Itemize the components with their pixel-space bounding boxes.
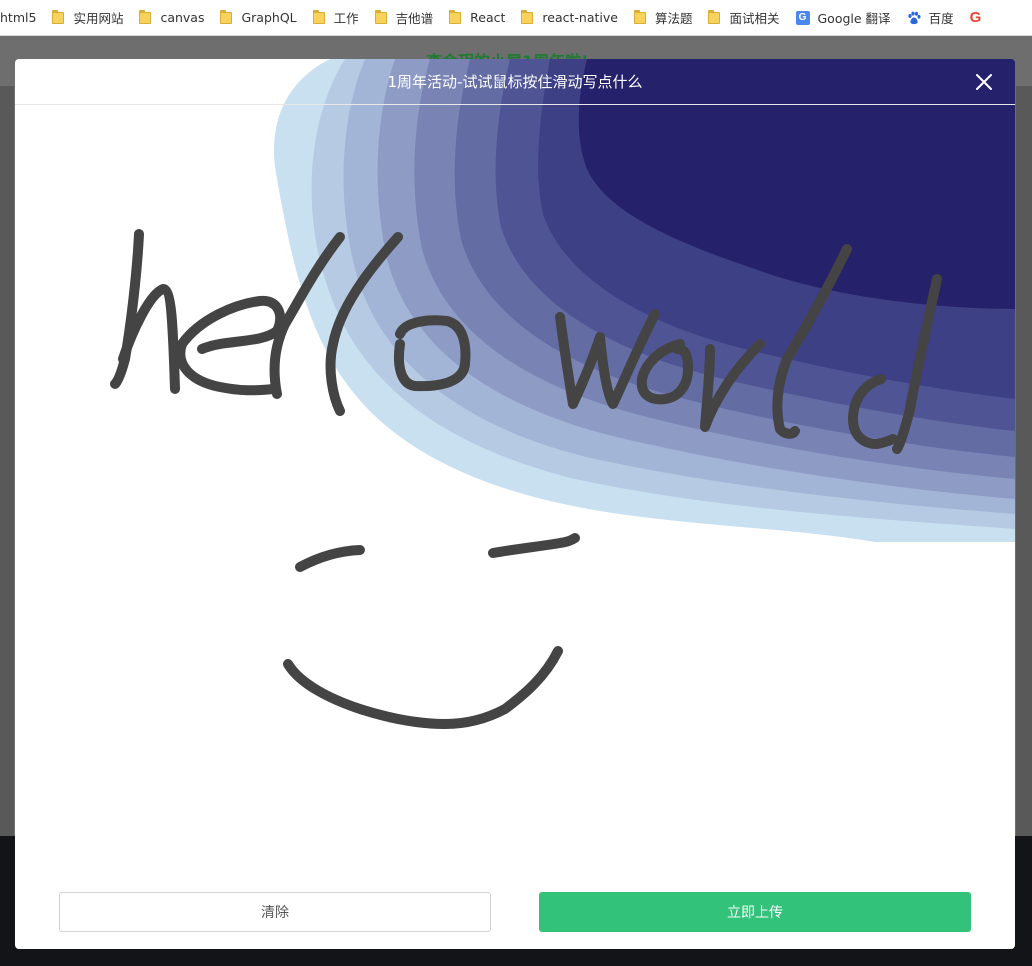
bookmark-folder[interactable]: react-native [513, 5, 626, 31]
smiley-right-eye [488, 533, 580, 558]
ink-stroke-d [848, 374, 898, 449]
bookmark-folder[interactable]: 实用网站 [44, 5, 131, 31]
ink-stroke-o [636, 339, 693, 405]
bookmark-baidu[interactable]: 百度 [899, 5, 962, 31]
ink-stroke-l [325, 232, 403, 416]
folder-icon [52, 9, 65, 24]
ink-stroke-d [892, 274, 942, 454]
upload-button[interactable]: 立即上传 [539, 892, 971, 932]
google-translate-icon: G [795, 10, 810, 25]
ink-stroke-r [700, 339, 765, 432]
bookmark-folder[interactable]: 吉他谱 [367, 5, 442, 31]
bookmark-label: GraphQL [241, 10, 297, 25]
bookmark-folder[interactable]: GraphQL [212, 5, 304, 31]
folder-icon [521, 9, 534, 24]
bookmark-folder[interactable]: 工作 [305, 5, 367, 31]
folder-icon [139, 9, 152, 24]
smiley-left-eye [295, 545, 365, 572]
bookmark-folder[interactable]: React [441, 5, 513, 31]
smiley-mouth [283, 646, 563, 729]
bookmark-google-translate[interactable]: G Google 翻译 [788, 5, 899, 31]
folder-icon [449, 9, 462, 24]
ink-stroke-l [772, 244, 852, 439]
bookmark-label: html5 [0, 10, 37, 25]
bookmark-folder[interactable]: canvas [131, 5, 212, 31]
bookmark-label: 面试相关 [729, 11, 780, 26]
bookmark-label: 算法题 [654, 11, 693, 26]
bookmark-label: 吉他谱 [395, 11, 434, 26]
bookmarks-bar: html5 实用网站 canvas GraphQL 工作 吉他谱 React r… [0, 0, 1032, 36]
bookmark-folder[interactable]: 面试相关 [700, 5, 787, 31]
clear-button-label: 清除 [261, 905, 289, 921]
bookmark-label: 百度 [928, 11, 954, 26]
bookmark-label: React [470, 10, 506, 25]
folder-icon [220, 9, 233, 24]
folder-icon [708, 9, 721, 24]
bookmark-label: Google 翻译 [817, 11, 891, 26]
folder-icon [312, 9, 325, 24]
page-side-strip [0, 86, 14, 836]
page-side-strip [1016, 86, 1032, 836]
ink-stroke-o [393, 315, 471, 392]
ink-stroke-e [175, 295, 286, 396]
clear-button[interactable]: 清除 [59, 892, 491, 932]
folder-icon [374, 9, 387, 24]
folder-icon [633, 9, 646, 24]
drawing-canvas[interactable] [15, 59, 1015, 889]
bookmark-html5[interactable]: html5 [0, 5, 44, 31]
bookmark-label: react-native [542, 10, 618, 25]
bookmark-folder[interactable]: 算法题 [626, 5, 701, 31]
baidu-icon [907, 11, 921, 24]
bookmark-label: 工作 [333, 11, 359, 26]
google-icon: G [969, 9, 982, 26]
bookmark-label: 实用网站 [73, 11, 124, 26]
upload-button-label: 立即上传 [727, 905, 783, 921]
bookmark-label: canvas [160, 10, 205, 25]
drawing-modal: 1周年活动-试试鼠标按住滑动写点什么 清除 立即上传 [15, 59, 1015, 949]
bookmark-google[interactable]: G [962, 5, 982, 31]
